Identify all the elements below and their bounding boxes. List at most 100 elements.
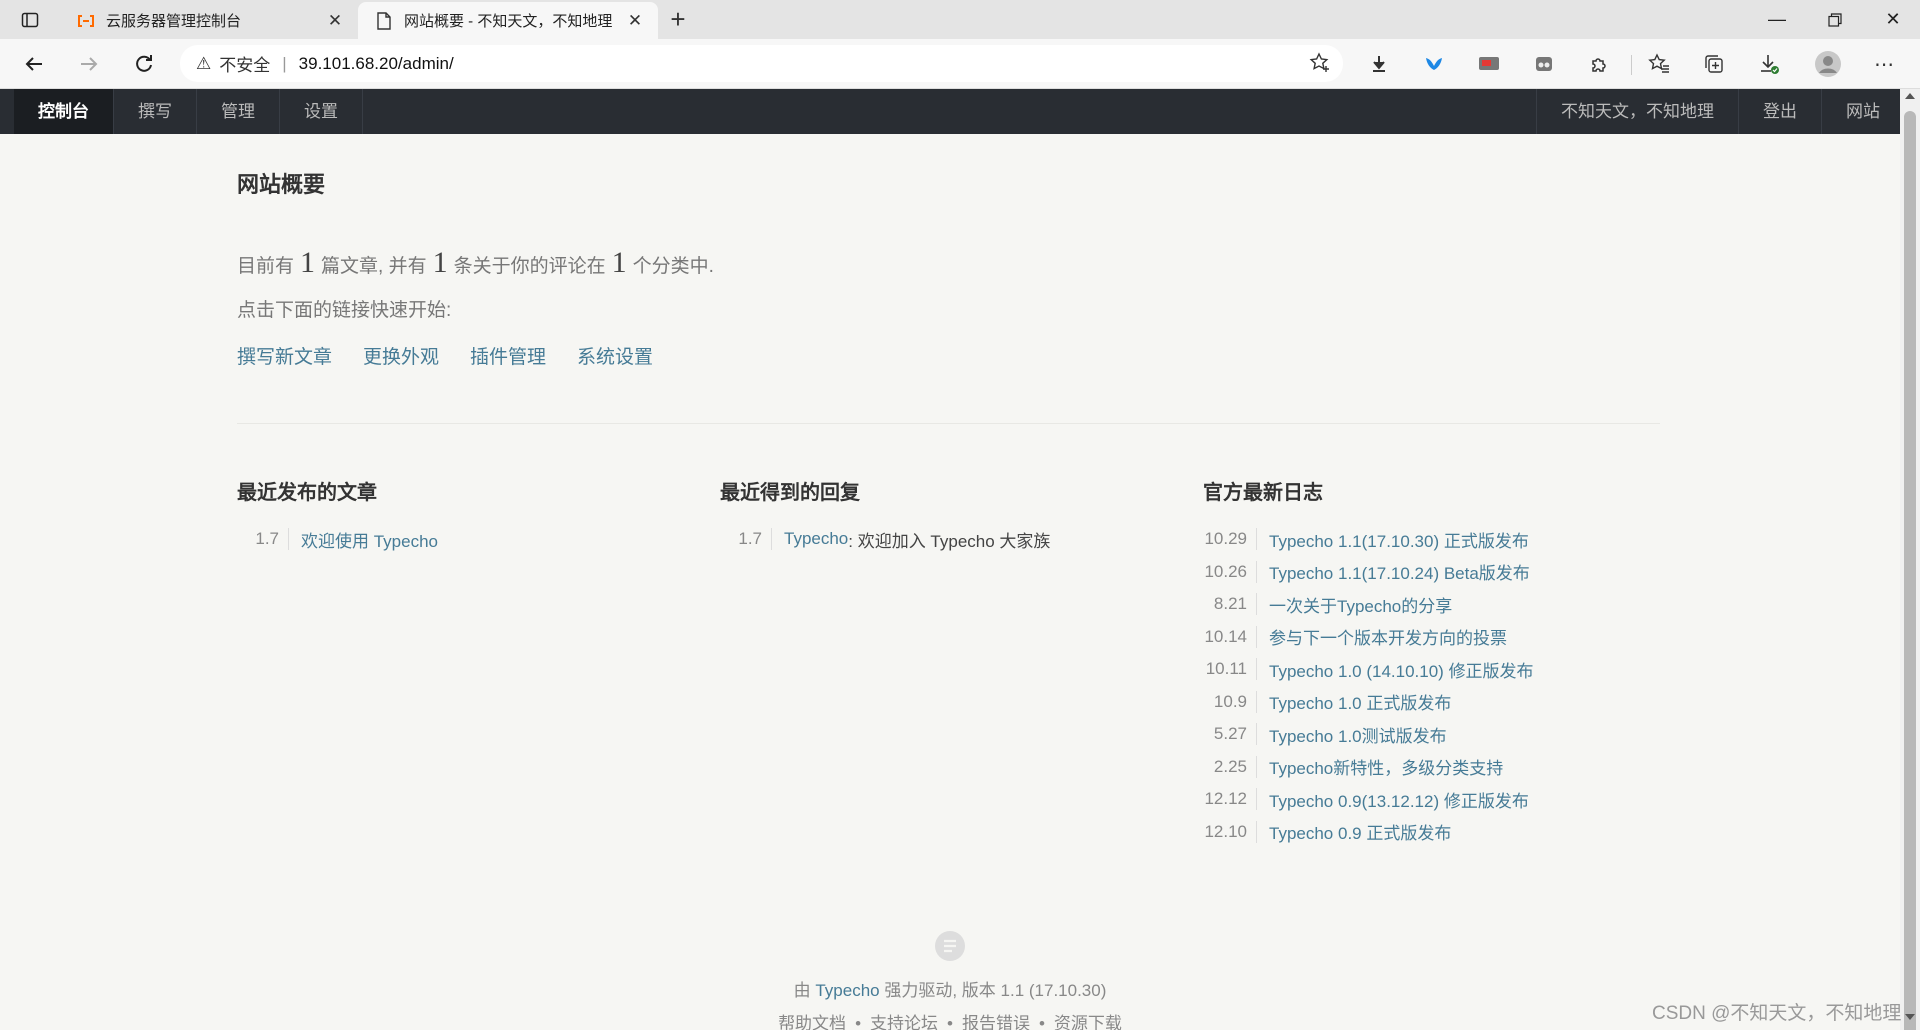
site-stats: 目前有 1 篇文章, 并有 1 条关于你的评论在 1 个分类中. <box>237 246 714 280</box>
collections-icon[interactable] <box>1700 50 1728 78</box>
footer-links: 帮助文档 • 支持论坛 • 报告错误 • 资源下载 <box>0 1009 1900 1030</box>
close-tab-icon[interactable]: ✕ <box>624 10 646 32</box>
plugins-link[interactable]: 插件管理 <box>470 342 546 369</box>
tab-actions-icon[interactable] <box>18 8 42 32</box>
downloads-link[interactable]: 资源下载 <box>1054 1014 1122 1030</box>
categories-count: 1 <box>611 246 627 279</box>
recent-posts-section: 最近发布的文章 1.7 欢迎使用 Typecho <box>237 476 697 556</box>
news-link[interactable]: 一次关于Typecho的分享 <box>1269 592 1452 617</box>
page-icon <box>374 11 394 31</box>
comments-count: 1 <box>432 246 448 279</box>
forward-icon[interactable] <box>73 48 105 80</box>
close-window-icon[interactable]: ✕ <box>1864 0 1920 39</box>
tab-title: 网站概要 - 不知天文，不知地理 <box>404 13 613 30</box>
help-docs-link[interactable]: 帮助文档 <box>778 1014 846 1030</box>
menu-settings[interactable]: 设置 <box>280 89 363 134</box>
close-tab-icon[interactable]: ✕ <box>324 10 346 32</box>
downloads-icon[interactable] <box>1755 50 1783 78</box>
comments-text: 条关于你的评论在 <box>453 256 606 277</box>
vertical-scrollbar[interactable] <box>1900 89 1920 1030</box>
item-date: 12.12 <box>1203 788 1257 811</box>
csdn-watermark: CSDN @不知天文，不知地理 <box>1652 1003 1902 1024</box>
page-title: 网站概要 <box>237 172 326 197</box>
toolbar-divider <box>1631 55 1632 75</box>
site-link[interactable]: 网站 <box>1821 89 1904 134</box>
list-item: 5.27 Typecho 1.0测试版发布 <box>1203 718 1663 751</box>
write-post-link[interactable]: 撰写新文章 <box>237 342 332 369</box>
item-date: 10.9 <box>1203 690 1257 713</box>
media-extension-icon[interactable] <box>1530 50 1558 78</box>
news-link[interactable]: Typecho 1.1(17.10.24) Beta版发布 <box>1269 559 1530 584</box>
address-bar[interactable]: ⚠ 不安全 | 39.101.68.20/admin/ <box>180 45 1343 82</box>
scroll-down-arrow-icon[interactable] <box>1905 1014 1915 1020</box>
separator-dot: • <box>947 1014 953 1030</box>
list-item: 10.26 Typecho 1.1(17.10.24) Beta版发布 <box>1203 556 1663 589</box>
reply-text: : 欢迎加入 Typecho 大家族 <box>848 531 1051 551</box>
section-title: 最近发布的文章 <box>237 482 377 504</box>
profile-avatar-icon[interactable] <box>1814 50 1842 78</box>
extensions-puzzle-icon[interactable] <box>1585 50 1613 78</box>
browser-tab-overview[interactable]: 网站概要 - 不知天文，不知地理 ✕ <box>358 2 658 39</box>
item-date: 1.7 <box>720 528 772 551</box>
minimize-icon[interactable]: — <box>1748 0 1806 39</box>
reload-icon[interactable] <box>128 48 160 80</box>
list-item: 2.25 Typecho新特性，多级分类支持 <box>1203 751 1663 784</box>
official-news-section: 官方最新日志 10.29 Typecho 1.1(17.10.30) 正式版发布 … <box>1203 476 1663 848</box>
security-label[interactable]: 不安全 <box>219 51 270 76</box>
news-link[interactable]: 参与下一个版本开发方向的投票 <box>1269 624 1507 649</box>
add-favorite-icon[interactable] <box>1309 52 1331 79</box>
download-arrow-icon[interactable] <box>1365 50 1393 78</box>
list-item: 1.7 Typecho: 欢迎加入 Typecho 大家族 <box>720 523 1180 556</box>
address-separator: | <box>282 53 287 73</box>
more-menu-icon[interactable]: ⋯ <box>1870 50 1898 78</box>
news-link[interactable]: Typecho 0.9 正式版发布 <box>1269 819 1451 844</box>
admin-footer: 由 Typecho 强力驱动, 版本 1.1 (17.10.30) 帮助文档 • 支… <box>0 930 1900 1030</box>
news-link[interactable]: Typecho 1.0 正式版发布 <box>1269 689 1451 714</box>
separator-dot: • <box>855 1014 862 1030</box>
news-link[interactable]: Typecho新特性，多级分类支持 <box>1269 754 1503 779</box>
recent-replies-section: 最近得到的回复 1.7 Typecho: 欢迎加入 Typecho 大家族 <box>720 476 1180 556</box>
new-tab-button[interactable]: + <box>664 6 692 34</box>
reply-author-link[interactable]: Typecho <box>784 529 848 549</box>
menu-dashboard[interactable]: 控制台 <box>14 89 114 134</box>
news-link[interactable]: Typecho 1.0 (14.10.10) 修正版发布 <box>1269 657 1534 682</box>
menu-write[interactable]: 撰写 <box>114 89 197 134</box>
quick-start-hint: 点击下面的链接快速开始: <box>237 300 452 321</box>
system-settings-link[interactable]: 系统设置 <box>577 342 653 369</box>
item-date: 10.14 <box>1203 625 1257 648</box>
user-profile-link[interactable]: 不知天文，不知地理 <box>1536 89 1738 134</box>
item-date: 10.11 <box>1203 658 1257 681</box>
post-link[interactable]: 欢迎使用 Typecho <box>301 527 438 552</box>
list-item: 10.14 参与下一个版本开发方向的投票 <box>1203 621 1663 654</box>
bird-extension-icon[interactable] <box>1420 50 1448 78</box>
news-link[interactable]: Typecho 0.9(13.12.12) 修正版发布 <box>1269 787 1529 812</box>
forum-link[interactable]: 支持论坛 <box>870 1014 938 1030</box>
quick-links: 撰写新文章 更换外观 插件管理 系统设置 <box>237 342 684 369</box>
list-item: 1.7 欢迎使用 Typecho <box>237 523 697 556</box>
scroll-up-arrow-icon[interactable] <box>1905 93 1915 99</box>
tab-title: 云服务器管理控制台 <box>106 13 242 30</box>
url-text[interactable]: 39.101.68.20/admin/ <box>299 54 454 74</box>
section-title: 最近得到的回复 <box>720 482 860 504</box>
back-icon[interactable] <box>18 48 50 80</box>
typecho-logo-icon <box>934 930 966 962</box>
typecho-link[interactable]: Typecho <box>815 981 879 1000</box>
favorites-icon[interactable] <box>1645 50 1673 78</box>
browser-tab-strip: 云服务器管理控制台 ✕ 网站概要 - 不知天文，不知地理 ✕ + — ✕ <box>0 0 1920 39</box>
list-item: 10.29 Typecho 1.1(17.10.30) 正式版发布 <box>1203 523 1663 556</box>
logout-link[interactable]: 登出 <box>1738 89 1821 134</box>
recent-posts-list: 1.7 欢迎使用 Typecho <box>237 523 697 556</box>
posts-text: 篇文章, 并有 <box>321 256 427 277</box>
browser-toolbar: ⚠ 不安全 | 39.101.68.20/admin/ ⋯ <box>0 39 1920 89</box>
report-bug-link[interactable]: 报告错误 <box>962 1014 1030 1030</box>
browser-tab-aliyun[interactable]: 云服务器管理控制台 ✕ <box>60 2 358 39</box>
restore-icon[interactable] <box>1806 0 1864 39</box>
news-link[interactable]: Typecho 1.1(17.10.30) 正式版发布 <box>1269 527 1529 552</box>
scrollbar-thumb[interactable] <box>1904 111 1916 1030</box>
change-theme-link[interactable]: 更换外观 <box>363 342 439 369</box>
admin-operations: 不知天文，不知地理 登出 网站 <box>1536 89 1904 134</box>
warning-icon[interactable]: ⚠ <box>196 54 211 74</box>
screen-capture-extension-icon[interactable] <box>1475 50 1503 78</box>
menu-manage[interactable]: 管理 <box>197 89 280 134</box>
news-link[interactable]: Typecho 1.0测试版发布 <box>1269 722 1447 747</box>
